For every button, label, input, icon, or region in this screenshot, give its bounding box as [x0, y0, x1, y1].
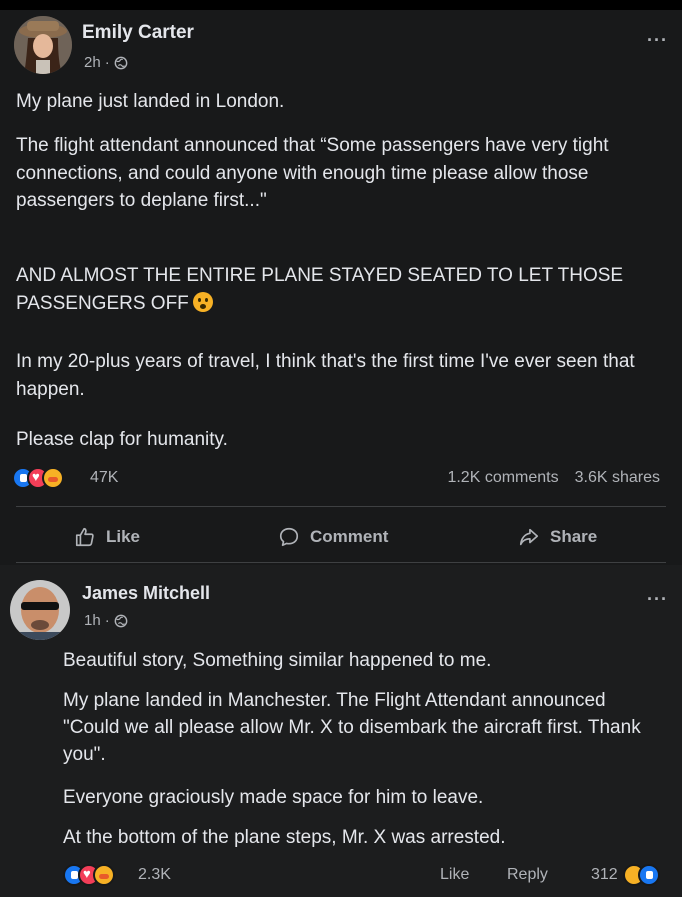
- care-reaction-icon: [42, 467, 64, 489]
- like-reaction-icon: [638, 864, 660, 886]
- meta-separator: ·: [104, 612, 110, 629]
- comment-paragraph: Everyone graciously made space for him t…: [63, 787, 484, 808]
- post-stats: 47K 1.2K comments 3.6K shares: [12, 465, 660, 495]
- comment-like-button[interactable]: Like: [440, 866, 469, 884]
- avatar[interactable]: [14, 16, 72, 74]
- top-edge: [0, 0, 682, 10]
- share-button[interactable]: Share: [518, 526, 597, 548]
- divider: [16, 506, 666, 507]
- post-actions: Like Comment Share: [0, 518, 682, 558]
- comments-count[interactable]: 1.2K comments: [447, 469, 558, 487]
- comment-meta: 1h ·: [84, 612, 128, 629]
- post-paragraph: Please clap for humanity.: [16, 429, 228, 450]
- like-icon: [75, 527, 94, 547]
- author-name[interactable]: Emily Carter: [82, 22, 194, 44]
- more-icon[interactable]: ···: [647, 589, 668, 610]
- reaction-count[interactable]: 47K: [90, 469, 118, 487]
- post-paragraph: My plane just landed in London.: [16, 91, 285, 112]
- globe-icon: [114, 56, 128, 69]
- commenter-name[interactable]: James Mitchell: [82, 583, 210, 604]
- comment-paragraph: At the bottom of the plane steps, Mr. X …: [63, 827, 506, 848]
- post-paragraph: In my 20-plus years of travel, I think t…: [16, 351, 635, 400]
- comment-footer: 2.3K Like Reply 312: [63, 862, 675, 890]
- post-paragraph: The flight attendant announced that “Som…: [16, 135, 609, 211]
- comment: James Mitchell 1h · ··· Beautiful story,…: [0, 565, 682, 897]
- post-time[interactable]: 2h: [84, 54, 101, 71]
- comment-reply-button[interactable]: Reply: [507, 866, 548, 884]
- like-button[interactable]: Like: [74, 526, 140, 548]
- divider: [16, 562, 666, 563]
- share-icon: [519, 528, 539, 546]
- commenter-avatar-image: [10, 580, 70, 640]
- engagement-counts: 1.2K comments 3.6K shares: [447, 469, 660, 487]
- post-paragraph-text: AND ALMOST THE ENTIRE PLANE STAYED SEATE…: [16, 265, 624, 314]
- comment-time[interactable]: 1h: [84, 612, 101, 629]
- reaction-icons[interactable]: [12, 467, 64, 489]
- globe-icon: [114, 614, 128, 627]
- astonished-emoji-icon: [192, 291, 213, 312]
- comment-reaction-count[interactable]: 2.3K: [138, 866, 171, 884]
- commenter-avatar[interactable]: [10, 580, 70, 640]
- shares-count[interactable]: 3.6K shares: [575, 469, 660, 487]
- care-reaction-icon: [93, 864, 115, 886]
- comment-reaction-icons[interactable]: [63, 864, 115, 886]
- reply-reaction-count[interactable]: 312: [591, 866, 618, 884]
- comment-paragraph: My plane landed in Manchester. The Fligh…: [63, 690, 641, 765]
- reply-reaction-icons[interactable]: [623, 864, 660, 886]
- comment-icon: [279, 527, 299, 547]
- like-label: Like: [106, 527, 141, 546]
- share-label: Share: [550, 527, 598, 546]
- meta-separator: ·: [104, 54, 110, 71]
- comment-button[interactable]: Comment: [278, 526, 388, 548]
- more-icon[interactable]: ···: [647, 30, 668, 51]
- post-paragraph-caps: AND ALMOST THE ENTIRE PLANE STAYED SEATE…: [16, 262, 656, 317]
- comment-label: Comment: [310, 527, 389, 546]
- comment-paragraph: Beautiful story, Something similar happe…: [63, 650, 492, 671]
- post-header: Emily Carter 2h · ···: [14, 16, 668, 82]
- avatar-image: [14, 16, 72, 74]
- post-meta: 2h ·: [84, 54, 128, 71]
